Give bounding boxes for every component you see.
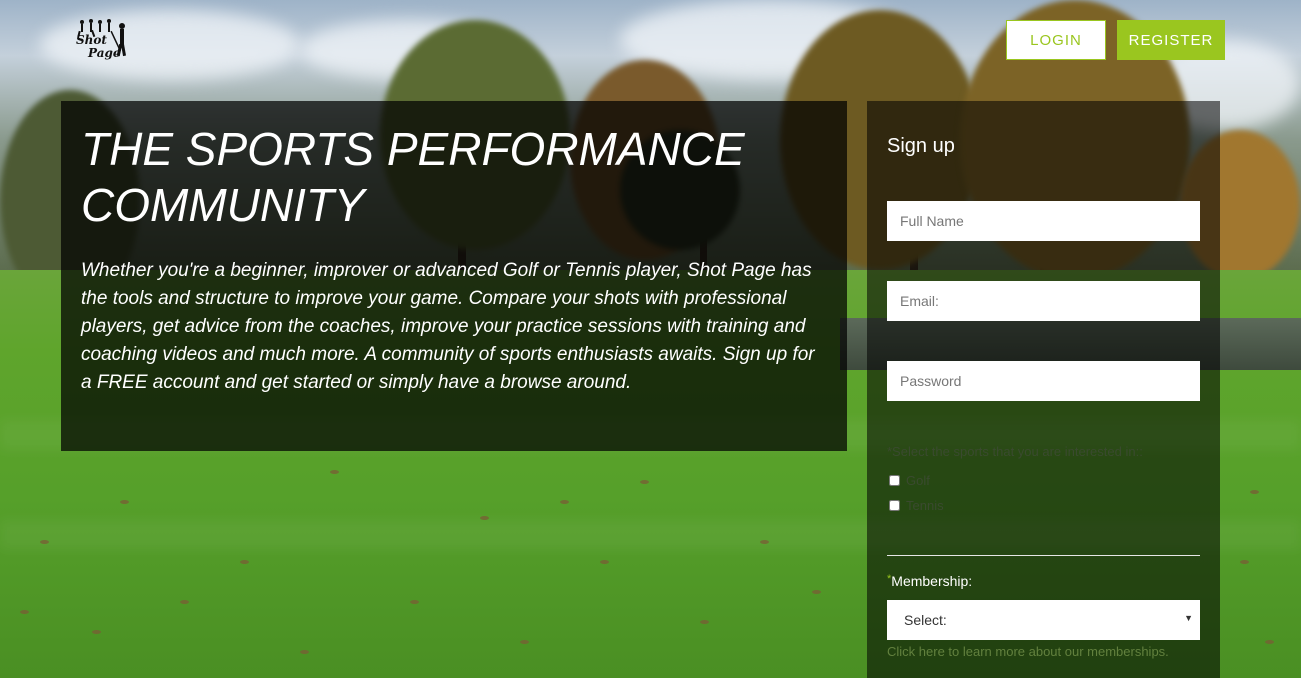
hero-title: THE SPORTS PERFORMANCE COMMUNITY — [81, 123, 745, 231]
hero-panel: THE SPORTS PERFORMANCE COMMUNITY Whether… — [61, 101, 847, 451]
hero-description: Whether you're a beginner, improver or a… — [81, 260, 815, 393]
golf-option[interactable]: Golf — [889, 473, 930, 488]
tennis-option[interactable]: Tennis — [889, 498, 944, 513]
caret-down-icon: ▼ — [1184, 613, 1193, 623]
membership-selected-value: Select: — [904, 612, 947, 628]
logo-text: Shot Page — [76, 33, 121, 60]
golf-label: Golf — [906, 473, 930, 488]
membership-label: *Membership: — [887, 573, 973, 589]
login-button[interactable]: LOGIN — [1006, 20, 1106, 60]
full-name-input[interactable] — [887, 201, 1200, 241]
membership-select[interactable]: Select: ▼ — [887, 600, 1200, 640]
form-divider — [887, 555, 1200, 556]
golf-checkbox[interactable] — [889, 475, 900, 486]
tennis-checkbox[interactable] — [889, 500, 900, 511]
signup-title: Sign up — [887, 135, 955, 157]
password-input[interactable] — [887, 361, 1200, 401]
signup-form: Sign up *Select the sports that you are … — [867, 101, 1220, 678]
tennis-label: Tennis — [906, 498, 944, 513]
sports-interest-label: *Select the sports that you are interest… — [887, 444, 1143, 459]
email-input[interactable] — [887, 281, 1200, 321]
register-button[interactable]: REGISTER — [1117, 20, 1225, 60]
membership-info-link[interactable]: Click here to learn more about our membe… — [887, 644, 1169, 659]
site-logo[interactable]: Shot Page — [72, 18, 138, 62]
